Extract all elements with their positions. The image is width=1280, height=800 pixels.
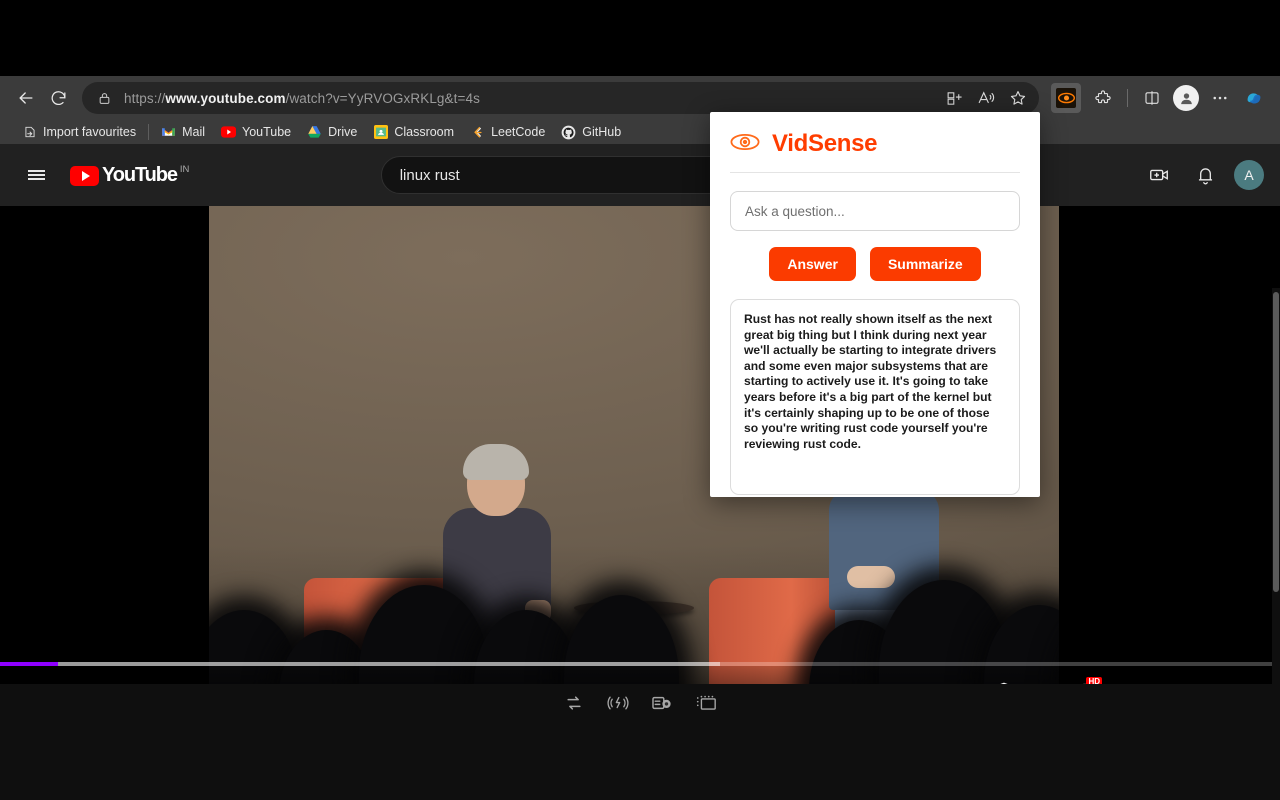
vidsense-actions: Answer Summarize [730, 247, 1020, 281]
browser-nav-row: https://www.youtube.com/watch?v=YyRVOGxR… [0, 76, 1280, 120]
bookmark-drive[interactable]: Drive [299, 121, 365, 143]
scrollbar-thumb[interactable] [1273, 292, 1279, 592]
extension-toolbar-strip [0, 684, 1280, 722]
drive-icon [307, 125, 322, 140]
extensions-puzzle-icon[interactable] [1087, 82, 1119, 114]
browser-essentials-icon[interactable] [1136, 82, 1168, 114]
screen-root: https://www.youtube.com/watch?v=YyRVOGxR… [0, 0, 1280, 800]
back-arrow-icon[interactable] [10, 82, 42, 114]
profile-avatar[interactable] [1170, 82, 1202, 114]
notifications-bell-icon[interactable] [1188, 158, 1222, 192]
bookmark-label: Mail [182, 125, 206, 139]
user-avatar[interactable]: A [1234, 160, 1264, 190]
vidsense-eye-icon [1056, 88, 1076, 108]
page-below-fold [0, 722, 1280, 800]
read-aloud-icon[interactable] [971, 84, 1001, 112]
answer-text-box: Rust has not really shown itself as the … [730, 299, 1020, 495]
split-screen-icon[interactable] [939, 84, 969, 112]
youtube-page: YouTube IN linux rust A HD [0, 144, 1280, 800]
leetcode-icon [470, 125, 485, 140]
bookmarks-bar: Import favourites Mail YouTube Drive Cla… [0, 120, 1280, 144]
black-letterbox-top [0, 0, 1280, 76]
gmail-icon [161, 125, 176, 140]
youtube-logo[interactable]: YouTube IN [70, 163, 189, 187]
youtube-wordmark: YouTube [102, 164, 178, 186]
youtube-play-icon [70, 166, 99, 186]
bookmark-label: Drive [328, 125, 358, 139]
youtube-header: YouTube IN linux rust A [0, 144, 1280, 206]
youtube-icon [221, 125, 237, 140]
hamburger-menu-icon[interactable] [16, 155, 56, 195]
bookmark-label: Import favourites [43, 125, 137, 139]
loop-toggle-icon[interactable] [561, 690, 587, 716]
answer-button[interactable]: Answer [769, 247, 856, 281]
eye-icon [730, 133, 760, 156]
youtube-header-actions: A [1142, 158, 1264, 192]
github-icon [561, 125, 576, 140]
bookmark-label: Classroom [394, 125, 455, 139]
bookmark-label: YouTube [242, 125, 292, 139]
vidsense-title: VidSense [772, 130, 878, 157]
vidsense-header: VidSense [730, 130, 1020, 173]
toolbar-divider [1127, 89, 1128, 107]
url-text: https://www.youtube.com/watch?v=YyRVOGxR… [124, 90, 480, 106]
bookmark-leetcode[interactable]: LeetCode [462, 121, 553, 143]
bookmark-label: GitHub [582, 125, 622, 139]
vidsense-panel: VidSense Answer Summarize Rust has not r… [710, 112, 1040, 497]
refresh-icon[interactable] [42, 82, 74, 114]
question-input[interactable] [730, 191, 1020, 231]
bookmark-classroom[interactable]: Classroom [365, 121, 462, 143]
bookmark-youtube[interactable]: YouTube [213, 121, 299, 143]
import-icon [22, 125, 37, 140]
copilot-icon[interactable] [1238, 82, 1270, 114]
screenshot-capture-icon[interactable] [649, 690, 675, 716]
more-settings-icon[interactable] [1204, 82, 1236, 114]
video-stage: 0:05 / 3:49 (3:41) • Filler HD [0, 206, 1280, 720]
search-value: linux rust [399, 166, 460, 184]
create-video-icon[interactable] [1142, 158, 1176, 192]
address-bar[interactable]: https://www.youtube.com/watch?v=YyRVOGxR… [82, 82, 1039, 114]
summarize-button[interactable]: Summarize [869, 247, 981, 281]
favorite-star-icon[interactable] [1003, 84, 1033, 112]
screen-record-icon[interactable] [693, 690, 719, 716]
bookmark-label: LeetCode [491, 125, 546, 139]
youtube-country-code: IN [179, 164, 190, 175]
lock-icon [94, 88, 114, 108]
bookmark-import-favourites[interactable]: Import favourites [14, 121, 144, 143]
vidsense-extension-button[interactable] [1051, 83, 1081, 113]
cast-wireless-icon[interactable] [605, 690, 631, 716]
browser-chrome: https://www.youtube.com/watch?v=YyRVOGxR… [0, 76, 1280, 144]
classroom-icon [373, 125, 388, 140]
bookmark-github[interactable]: GitHub [553, 121, 629, 143]
bookmark-separator [148, 124, 150, 140]
browser-right-icons [1087, 82, 1270, 114]
bookmark-mail[interactable]: Mail [153, 121, 213, 143]
